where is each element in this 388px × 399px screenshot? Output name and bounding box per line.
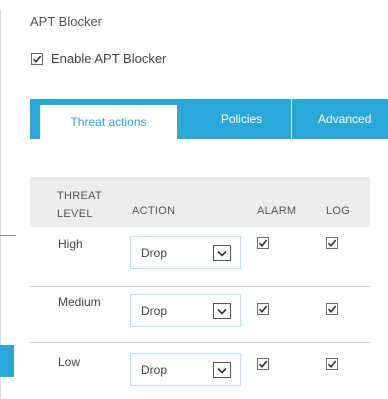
- enable-apt-blocker-checkbox[interactable]: [31, 52, 43, 65]
- check-icon: [258, 239, 268, 248]
- enable-apt-blocker-label: Enable APT Blocker: [51, 51, 167, 66]
- tab-threat-actions[interactable]: Threat actions: [40, 105, 177, 139]
- tab-policies[interactable]: Policies: [192, 99, 292, 139]
- chevron-down-icon[interactable]: [213, 303, 231, 319]
- action-select-value: Drop: [141, 304, 168, 318]
- row-label-medium: Medium: [58, 295, 101, 309]
- row-separator: [30, 286, 370, 287]
- page: APT Blocker Enable APT Blocker Threat ac…: [0, 0, 388, 399]
- check-icon: [32, 54, 42, 63]
- log-checkbox-medium[interactable]: [326, 303, 338, 315]
- edge-line: [0, 10, 1, 399]
- check-icon: [327, 239, 337, 248]
- tab-bar: Threat actions Policies Advanced: [30, 99, 388, 139]
- row-label-low: Low: [58, 355, 81, 369]
- alarm-checkbox-medium[interactable]: [257, 303, 269, 315]
- column-header-threat-level: THREAT LEVEL: [57, 187, 117, 223]
- column-header-threat-line2: LEVEL: [57, 208, 93, 220]
- check-icon: [327, 305, 337, 314]
- chevron-down-icon[interactable]: [213, 362, 231, 378]
- check-icon: [258, 360, 268, 369]
- alarm-checkbox-high[interactable]: [257, 237, 269, 249]
- enable-apt-blocker-row[interactable]: Enable APT Blocker: [31, 51, 166, 66]
- panel-title: APT Blocker: [30, 14, 103, 29]
- tab-advanced[interactable]: Advanced: [292, 99, 388, 139]
- check-icon: [258, 305, 268, 314]
- column-header-log: LOG: [326, 205, 351, 217]
- left-accent-bar: [0, 345, 14, 377]
- chevron-down-icon[interactable]: [213, 245, 231, 261]
- column-header-alarm: ALARM: [257, 205, 297, 217]
- column-header-threat-line1: THREAT: [57, 190, 102, 202]
- log-checkbox-low[interactable]: [326, 358, 338, 370]
- row-separator: [30, 342, 370, 343]
- left-divider: [0, 235, 16, 236]
- row-label-high: High: [58, 237, 83, 251]
- check-icon: [327, 360, 337, 369]
- action-select-value: Drop: [141, 363, 168, 377]
- action-select-high[interactable]: Drop: [130, 236, 241, 269]
- column-header-action: ACTION: [132, 205, 176, 217]
- alarm-checkbox-low[interactable]: [257, 358, 269, 370]
- log-checkbox-high[interactable]: [326, 237, 338, 249]
- action-select-value: Drop: [141, 246, 168, 260]
- action-select-medium[interactable]: Drop: [130, 294, 241, 327]
- action-select-low[interactable]: Drop: [130, 353, 241, 386]
